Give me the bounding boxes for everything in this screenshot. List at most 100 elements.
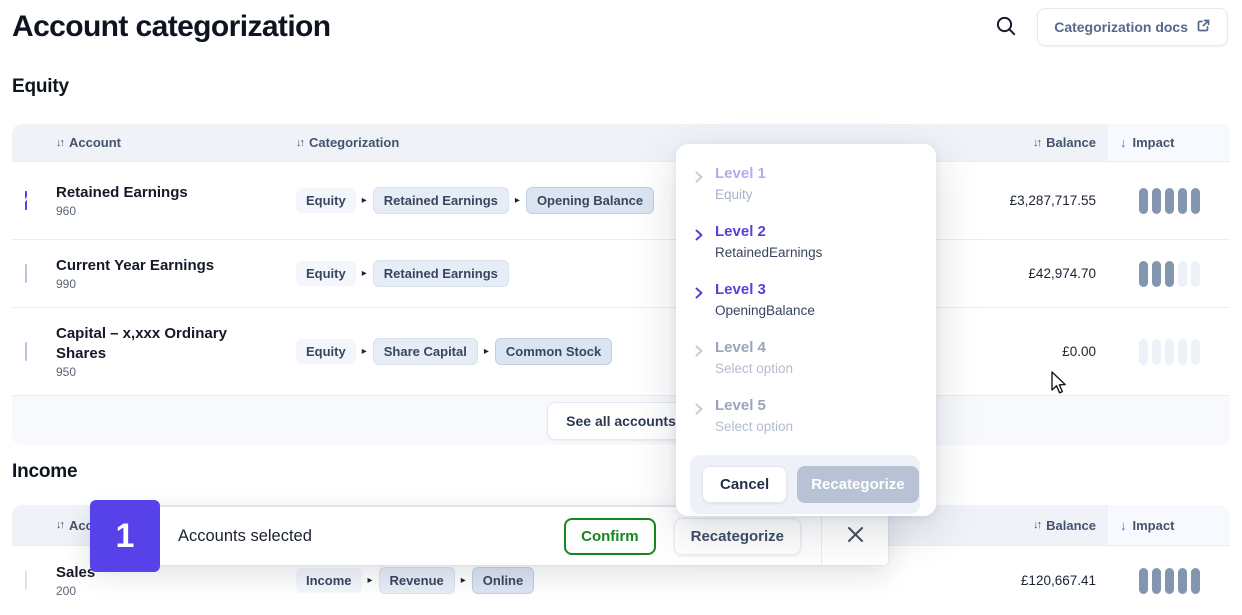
level-value: RetainedEarnings xyxy=(715,244,822,261)
sort-icon: ↓↑ xyxy=(56,519,63,531)
balance-value: £120,667.41 xyxy=(1021,573,1108,588)
recategorize-popover: Level 1 Equity Level 2 RetainedEarnings … xyxy=(676,144,936,516)
category-tag[interactable]: Retained Earnings xyxy=(373,187,509,214)
column-header-impact[interactable]: ↓ Impact xyxy=(1108,505,1230,545)
column-label-balance: Balance xyxy=(1046,518,1096,533)
level-value: OpeningBalance xyxy=(715,302,815,319)
sort-icon: ↓↑ xyxy=(1033,137,1040,149)
level-value: Equity xyxy=(715,186,766,203)
equity-table-footer: See all accounts xyxy=(12,395,1230,445)
sort-desc-icon: ↓ xyxy=(1120,135,1127,150)
external-link-icon xyxy=(1196,18,1211,36)
chevron-right-icon xyxy=(694,228,704,246)
categorization-docs-label: Categorization docs xyxy=(1054,19,1188,35)
level-label: Level 3 xyxy=(715,281,815,299)
category-tag[interactable]: Equity xyxy=(296,261,356,286)
category-tag[interactable]: Income xyxy=(296,568,362,593)
equity-section-heading: Equity xyxy=(12,76,1242,98)
category-tag[interactable]: Revenue xyxy=(379,567,455,594)
selection-label: Accounts selected xyxy=(178,527,312,546)
level-4-item: Level 4 Select option xyxy=(690,330,920,388)
account-code: 200 xyxy=(56,584,296,598)
account-name: Sales xyxy=(56,563,276,582)
impact-bars xyxy=(1108,188,1230,214)
column-label-categorization: Categorization xyxy=(309,135,399,150)
category-tag[interactable]: Common Stock xyxy=(495,338,612,365)
chevron-right-icon xyxy=(694,344,704,362)
equity-table-header: ↓↑ Account ↓↑ Categorization ↓↑ Balance … xyxy=(12,124,1230,161)
account-code: 950 xyxy=(56,365,296,379)
category-tag[interactable]: Equity xyxy=(296,339,356,364)
impact-bars xyxy=(1108,568,1230,594)
level-label: Level 2 xyxy=(715,223,822,241)
level-label: Level 5 xyxy=(715,397,793,415)
table-row-retained-earnings: Retained Earnings 960 Equity ▸ Retained … xyxy=(12,161,1230,239)
column-header-account[interactable]: ↓↑ Account xyxy=(56,135,296,150)
category-tag[interactable]: Online xyxy=(472,567,534,594)
row-checkbox[interactable] xyxy=(25,571,27,590)
sort-icon: ↓↑ xyxy=(1033,519,1040,531)
tag-separator-icon: ▸ xyxy=(362,195,367,206)
category-tag[interactable]: Equity xyxy=(296,188,356,213)
equity-table: ↓↑ Account ↓↑ Categorization ↓↑ Balance … xyxy=(12,124,1230,445)
column-header-impact[interactable]: ↓ Impact xyxy=(1108,124,1230,161)
balance-value: £0.00 xyxy=(1062,344,1108,359)
category-tag[interactable]: Opening Balance xyxy=(526,187,654,214)
category-tag[interactable]: Retained Earnings xyxy=(373,260,509,287)
level-3-item[interactable]: Level 3 OpeningBalance xyxy=(690,272,920,330)
page-title: Account categorization xyxy=(12,10,331,44)
account-name: Current Year Earnings xyxy=(56,256,276,275)
categorization-tags: Income ▸ Revenue ▸ Online xyxy=(296,567,918,594)
account-code: 960 xyxy=(56,204,296,218)
level-value: Select option xyxy=(715,418,793,435)
balance-value: £42,974.70 xyxy=(1028,266,1108,281)
sort-icon: ↓↑ xyxy=(296,137,303,149)
account-name: Retained Earnings xyxy=(56,183,276,202)
row-checkbox[interactable] xyxy=(25,342,27,361)
selected-count-badge: 1 xyxy=(90,500,160,572)
confirm-button[interactable]: Confirm xyxy=(564,518,656,555)
impact-bars xyxy=(1108,339,1230,365)
see-all-accounts-button[interactable]: See all accounts xyxy=(547,402,695,440)
tag-separator-icon: ▸ xyxy=(484,346,489,357)
level-1-item: Level 1 Equity xyxy=(690,156,920,214)
income-section-heading: Income xyxy=(12,461,1242,483)
chevron-right-icon xyxy=(694,402,704,420)
cancel-button[interactable]: Cancel xyxy=(702,466,787,503)
row-checkbox[interactable] xyxy=(25,191,27,210)
table-row-current-year-earnings: Current Year Earnings 990 Equity ▸ Retai… xyxy=(12,239,1230,307)
chevron-right-icon xyxy=(694,286,704,304)
column-label-impact: Impact xyxy=(1133,518,1175,533)
level-label: Level 4 xyxy=(715,339,793,357)
tag-separator-icon: ▸ xyxy=(515,195,520,206)
level-label: Level 1 xyxy=(715,165,766,183)
recategorize-button-disabled[interactable]: Recategorize xyxy=(797,466,918,503)
sort-icon: ↓↑ xyxy=(56,137,63,149)
level-5-item: Level 5 Select option xyxy=(690,388,920,446)
level-value: Select option xyxy=(715,360,793,377)
impact-bars xyxy=(1108,261,1230,287)
search-button[interactable] xyxy=(989,9,1023,46)
search-icon xyxy=(995,15,1017,40)
column-label-balance: Balance xyxy=(1046,135,1096,150)
table-row-capital-ordinary-shares: Capital – x,xxx Ordinary Shares 950 Equi… xyxy=(12,307,1230,395)
column-header-balance[interactable]: ↓↑ Balance xyxy=(1033,518,1108,533)
tag-separator-icon: ▸ xyxy=(368,575,373,586)
level-2-item[interactable]: Level 2 RetainedEarnings xyxy=(690,214,920,272)
page-header: Account categorization Categorization do… xyxy=(0,0,1242,46)
tag-separator-icon: ▸ xyxy=(362,268,367,279)
column-label-account: Account xyxy=(69,135,121,150)
categorization-docs-button[interactable]: Categorization docs xyxy=(1037,8,1228,46)
column-header-balance[interactable]: ↓↑ Balance xyxy=(1033,135,1108,150)
category-tag[interactable]: Share Capital xyxy=(373,338,478,365)
balance-value: £3,287,717.55 xyxy=(1010,193,1108,208)
recategorize-button[interactable]: Recategorize xyxy=(674,518,801,555)
tag-separator-icon: ▸ xyxy=(461,575,466,586)
tag-separator-icon: ▸ xyxy=(362,346,367,357)
row-checkbox[interactable] xyxy=(25,264,27,283)
column-label-impact: Impact xyxy=(1133,135,1175,150)
account-name: Capital – x,xxx Ordinary Shares xyxy=(56,324,276,362)
sort-desc-icon: ↓ xyxy=(1120,518,1127,533)
chevron-right-icon xyxy=(694,170,704,188)
close-icon xyxy=(847,526,864,546)
